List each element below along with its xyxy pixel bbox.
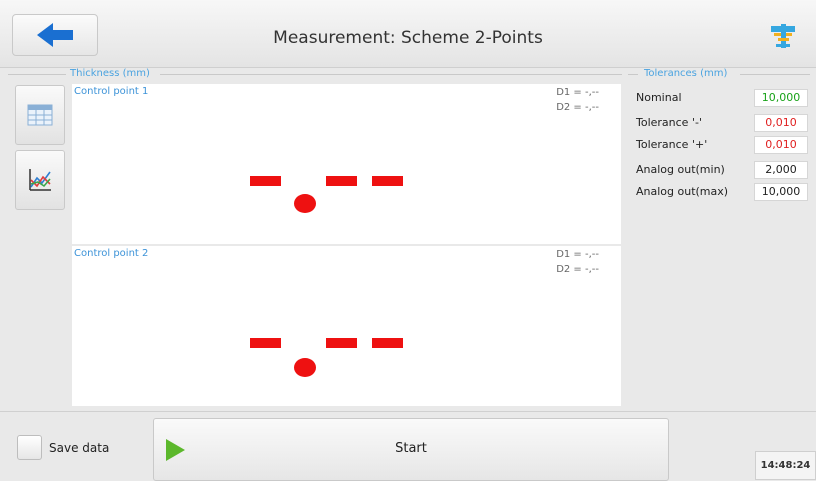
- indicator-dot: [294, 194, 316, 213]
- tolerances-group-line-left: [628, 74, 638, 75]
- control-point-1-d1: D1 = -,--: [556, 87, 599, 98]
- control-point-1-d2: D2 = -,--: [556, 102, 599, 113]
- chart-icon: [29, 169, 51, 191]
- caliper-settings-icon: [771, 24, 795, 48]
- tolerance-row-nominal: Nominal 10,000: [636, 89, 808, 109]
- analog-out-min-field[interactable]: 2,000: [754, 161, 808, 179]
- thickness-group-title: Thickness (mm): [70, 68, 150, 79]
- nominal-value-field[interactable]: 10,000: [754, 89, 808, 107]
- nominal-label: Nominal: [636, 91, 682, 104]
- tolerances-group-line-right: [740, 74, 810, 75]
- chart-view-button[interactable]: [15, 150, 65, 210]
- start-button[interactable]: Start: [153, 418, 669, 481]
- thickness-group-line-right: [160, 74, 622, 75]
- control-point-1-panel: Control point 1 D1 = -,-- D2 = -,--: [72, 84, 621, 244]
- tolerance-row-plus: Tolerance '+' 0,010: [636, 136, 808, 156]
- indicator-dash: [250, 176, 281, 186]
- control-point-2-label: Control point 2: [74, 248, 149, 259]
- indicator-dot: [294, 358, 316, 377]
- indicator-dash: [372, 176, 403, 186]
- tolerance-minus-field[interactable]: 0,010: [754, 114, 808, 132]
- tolerance-plus-label: Tolerance '+': [636, 138, 708, 151]
- thickness-group-line-left: [8, 74, 66, 75]
- footer-divider: [0, 411, 816, 412]
- start-label: Start: [395, 441, 427, 456]
- tolerance-plus-field[interactable]: 0,010: [754, 136, 808, 154]
- control-point-2-d2: D2 = -,--: [556, 264, 599, 275]
- tolerances-group-title: Tolerances (mm): [644, 68, 728, 79]
- back-button[interactable]: [12, 14, 98, 56]
- analog-out-min-label: Analog out(min): [636, 163, 725, 176]
- arrow-left-icon: [37, 23, 73, 47]
- indicator-dash: [326, 176, 357, 186]
- clock-display: 14:48:24: [755, 451, 816, 480]
- table-icon: [27, 104, 53, 126]
- tolerance-row-minus: Tolerance '-' 0,010: [636, 114, 808, 134]
- header-bar: Measurement: Scheme 2-Points: [0, 0, 816, 68]
- analog-out-max-field[interactable]: 10,000: [754, 183, 808, 201]
- tolerance-row-analog-max: Analog out(max) 10,000: [636, 183, 808, 203]
- tolerance-row-analog-min: Analog out(min) 2,000: [636, 161, 808, 181]
- tolerance-minus-label: Tolerance '-': [636, 116, 702, 129]
- indicator-dash: [372, 338, 403, 348]
- control-point-2-panel: Control point 2 D1 = -,-- D2 = -,--: [72, 246, 621, 406]
- indicator-dash: [250, 338, 281, 348]
- analog-out-max-label: Analog out(max): [636, 185, 729, 198]
- indicator-dash: [326, 338, 357, 348]
- table-view-button[interactable]: [15, 85, 65, 145]
- control-point-1-label: Control point 1: [74, 86, 149, 97]
- page-title: Measurement: Scheme 2-Points: [273, 28, 543, 48]
- save-data-label: Save data: [49, 441, 110, 455]
- settings-button[interactable]: [768, 22, 798, 50]
- save-data-checkbox[interactable]: [17, 435, 42, 460]
- control-point-2-d1: D1 = -,--: [556, 249, 599, 260]
